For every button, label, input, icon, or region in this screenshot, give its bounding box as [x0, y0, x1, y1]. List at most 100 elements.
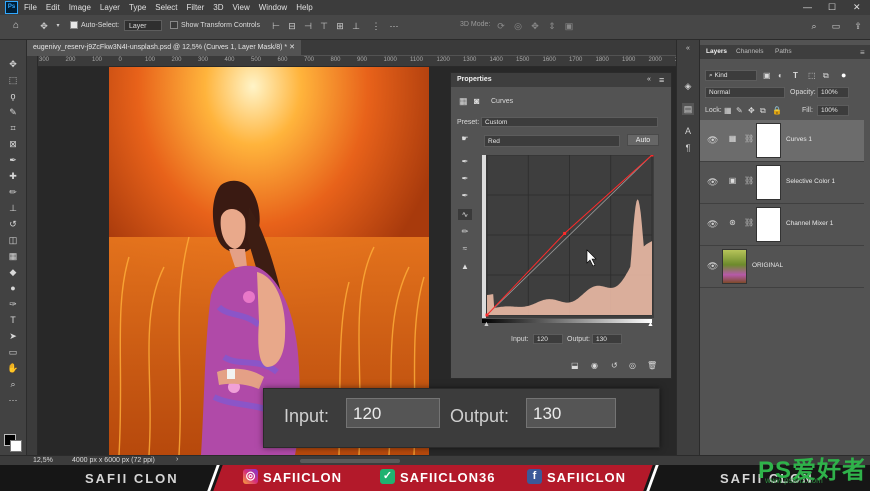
layer-name[interactable]: ORIGINAL	[752, 262, 783, 269]
filter-kind-dropdown[interactable]: ⌕ Kind	[705, 70, 757, 81]
lock-all-icon[interactable]: 🔒	[772, 106, 782, 115]
black-point-eyedropper-icon[interactable]: ✒	[458, 156, 472, 167]
tab-channels[interactable]: Channels	[736, 48, 763, 55]
white-point-eyedropper-icon[interactable]: ✒	[458, 190, 472, 201]
layer-mask-thumbnail[interactable]	[756, 165, 781, 200]
clipping-warning-icon[interactable]: ▲	[458, 261, 472, 272]
zoom-tool-icon[interactable]: ⌕	[5, 378, 21, 391]
filter-shape-icon[interactable]: ⬚	[808, 71, 816, 80]
brush-tool-icon[interactable]: ✏	[5, 186, 21, 199]
quick-select-icon[interactable]: ✎	[5, 106, 21, 119]
layer-mask-thumbnail[interactable]	[756, 207, 781, 242]
path-select-icon[interactable]: ➤	[5, 330, 21, 343]
menu-type[interactable]: Type	[129, 3, 146, 12]
menu-view[interactable]: View	[233, 3, 250, 12]
layers-menu-icon[interactable]: ≡	[860, 48, 865, 57]
hand-tool-icon[interactable]: ✋	[5, 362, 21, 375]
curve-control-point[interactable]	[563, 231, 567, 235]
align-right-icon[interactable]: ⊣	[302, 20, 314, 32]
layer-row-original[interactable]: 👁 ORIGINAL	[700, 246, 864, 288]
opacity-field[interactable]: 100%	[817, 87, 849, 98]
input-field[interactable]: 120	[533, 334, 563, 344]
distribute-icon[interactable]: ⋮	[370, 20, 382, 32]
menu-select[interactable]: Select	[155, 3, 177, 12]
auto-button[interactable]: Auto	[627, 134, 659, 146]
3d-orbit-icon[interactable]: ⟳	[495, 20, 507, 32]
document-tab[interactable]: eugenivy_reserv-j9ZcFkw3N4I-unsplash.psd…	[27, 40, 301, 55]
home-icon[interactable]: ⌂	[10, 20, 22, 32]
blur-tool-icon[interactable]: ◆	[5, 266, 21, 279]
3d-pan-icon[interactable]: ✥	[529, 20, 541, 32]
horizontal-scrollbar[interactable]	[300, 459, 400, 463]
filter-toggle-icon[interactable]: ●	[841, 70, 846, 80]
3d-slide-icon[interactable]: ⇕	[546, 20, 558, 32]
curve-edit-icon[interactable]: ∿	[458, 209, 472, 220]
link-chain-icon[interactable]: ⛓	[744, 134, 754, 143]
reset-icon[interactable]: ↺	[611, 361, 618, 370]
menu-filter[interactable]: Filter	[187, 3, 205, 12]
filter-smart-object-icon[interactable]: ⧉	[823, 71, 829, 81]
frame-tool-icon[interactable]: ⊠	[5, 138, 21, 151]
channel-dropdown[interactable]: Red	[484, 135, 620, 147]
layer-name[interactable]: Channel Mixer 1	[786, 220, 833, 227]
pen-tool-icon[interactable]: ✑	[5, 298, 21, 311]
link-chain-icon[interactable]: ⛓	[744, 176, 754, 185]
document-info[interactable]: 4000 px x 6000 px (72 ppi)	[72, 457, 155, 464]
healing-brush-icon[interactable]: ✚	[5, 170, 21, 183]
history-brush-icon[interactable]: ↺	[5, 218, 21, 231]
type-tool-icon[interactable]: T	[5, 314, 21, 327]
lasso-tool-icon[interactable]: ϙ	[5, 90, 21, 103]
marquee-tool-icon[interactable]: ⬚	[5, 74, 21, 87]
3d-scale-icon[interactable]: ▣	[563, 20, 575, 32]
align-middle-icon[interactable]: ⊞	[334, 20, 346, 32]
more-options-icon[interactable]: ⋯	[388, 20, 400, 32]
visibility-eye-icon[interactable]: 👁	[707, 177, 718, 188]
layer-row-channel-mixer[interactable]: 👁 ⊛ ⛓ Channel Mixer 1	[700, 204, 864, 246]
collapse-panel-icon[interactable]: «	[647, 76, 651, 83]
dodge-tool-icon[interactable]: ●	[5, 282, 21, 295]
menu-3d[interactable]: 3D	[213, 3, 223, 12]
filter-adjustment-icon[interactable]: ◐	[778, 71, 783, 80]
visibility-icon[interactable]: ◎	[629, 361, 636, 370]
align-left-icon[interactable]: ⊢	[270, 20, 282, 32]
layers-panel-icon[interactable]: ◈	[682, 80, 694, 92]
panel-menu-icon[interactable]: ≡	[659, 75, 664, 85]
gradient-tool-icon[interactable]: ▦	[5, 250, 21, 263]
menu-help[interactable]: Help	[296, 3, 312, 12]
photo-thumbnail[interactable]	[722, 249, 747, 284]
auto-select-checkbox[interactable]: Auto-Select:	[70, 21, 119, 29]
visibility-eye-icon[interactable]: 👁	[707, 135, 718, 146]
preset-dropdown[interactable]: Custom	[481, 117, 658, 127]
move-tool-icon[interactable]: ✥	[5, 58, 21, 71]
visibility-eye-icon[interactable]: 👁	[707, 219, 718, 230]
menu-edit[interactable]: Edit	[46, 3, 60, 12]
black-slider-icon[interactable]: ▲	[483, 321, 490, 328]
eyedropper-tool-icon[interactable]: ✒	[5, 154, 21, 167]
smooth-curve-icon[interactable]: ≈	[458, 243, 472, 254]
tab-paths[interactable]: Paths	[775, 48, 792, 55]
close-tab-icon[interactable]: ✕	[289, 44, 295, 51]
layer-row-selective-color[interactable]: 👁 ▣ ⛓ Selective Color 1	[700, 162, 864, 204]
search-icon[interactable]: ⌕	[808, 20, 820, 32]
align-top-icon[interactable]: ⊤	[318, 20, 330, 32]
lock-pixels-icon[interactable]: ✎	[736, 106, 743, 115]
filter-pixel-icon[interactable]: ▣	[763, 71, 771, 80]
share-icon[interactable]: ⇪	[852, 20, 864, 32]
menu-layer[interactable]: Layer	[100, 3, 120, 12]
show-transform-checkbox[interactable]: Show Transform Controls	[170, 21, 260, 29]
zoom-level[interactable]: 12,5%	[33, 457, 53, 464]
output-field[interactable]: 130	[592, 334, 622, 344]
move-tool-icon[interactable]: ✥	[38, 20, 50, 32]
targeted-adjustment-icon[interactable]: ☛	[458, 133, 472, 144]
instagram-handle[interactable]: SAFIICLON	[263, 470, 342, 485]
link-chain-icon[interactable]: ⛓	[744, 218, 754, 227]
lock-position-icon[interactable]: ✥	[748, 106, 755, 115]
facebook-handle[interactable]: SAFIICLON	[547, 470, 626, 485]
status-arrow-icon[interactable]: ›	[176, 456, 178, 463]
layer-mask-thumbnail[interactable]	[756, 123, 781, 158]
filter-type-icon[interactable]: T	[793, 71, 798, 80]
menu-window[interactable]: Window	[259, 3, 287, 12]
minimize-button[interactable]: —	[803, 2, 812, 12]
workspace-icon[interactable]: ▭	[830, 20, 842, 32]
fill-field[interactable]: 100%	[817, 105, 849, 116]
